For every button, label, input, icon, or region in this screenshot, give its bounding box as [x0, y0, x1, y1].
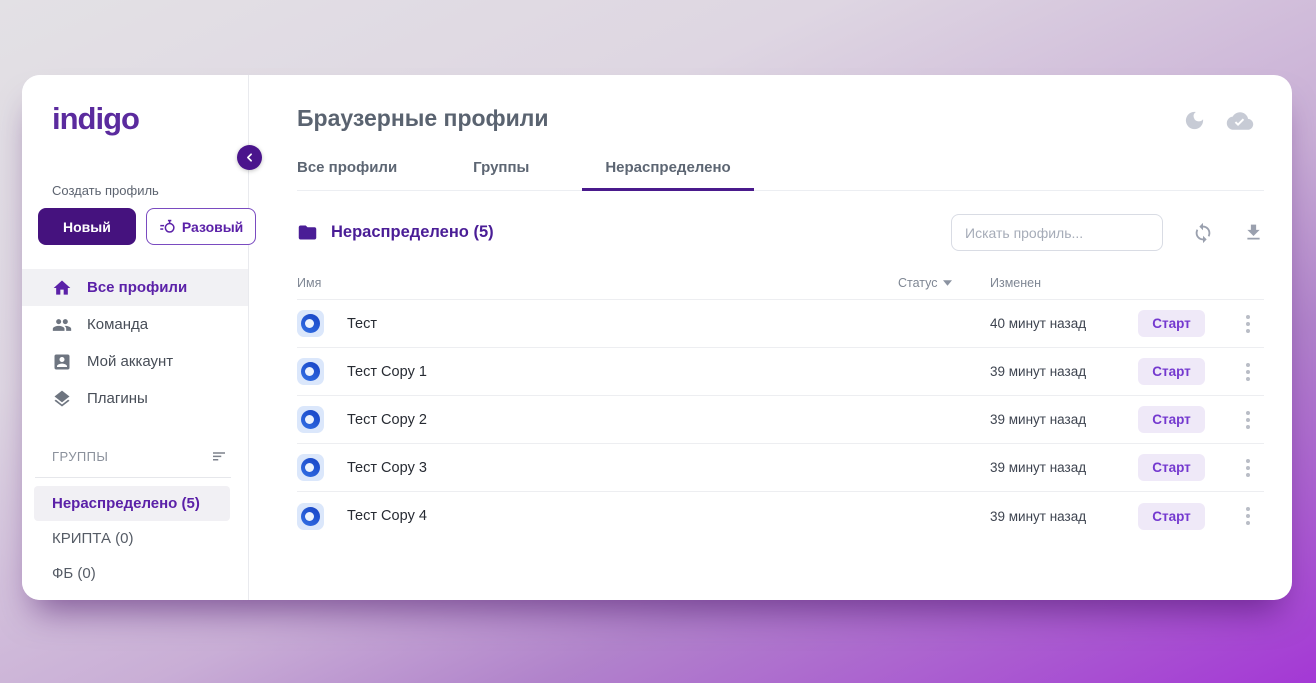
sidebar-item-team[interactable]: Команда — [22, 306, 248, 343]
group-item-crypto[interactable]: КРИПТА (0) — [34, 521, 230, 556]
profile-modified: 40 минут назад — [990, 316, 1138, 331]
column-header-modified: Изменен — [990, 276, 1138, 290]
profile-modified: 39 минут назад — [990, 364, 1138, 379]
groups-sort-button[interactable] — [210, 447, 228, 465]
sidebar-item-label: Команда — [87, 316, 148, 333]
profiles-table: Имя Статус Изменен Тест 40 минут назад — [297, 267, 1264, 540]
groups-title: ГРУППЫ — [52, 449, 108, 464]
groups-list: Нераспределено (5) КРИПТА (0) ФБ (0) — [22, 486, 248, 591]
refresh-icon — [1192, 222, 1214, 244]
timer-icon — [159, 218, 176, 235]
row-menu-button[interactable] — [1242, 455, 1254, 481]
disposable-button-label: Разовый — [182, 219, 243, 235]
plugins-icon — [52, 389, 72, 409]
disposable-profile-button[interactable]: Разовый — [146, 208, 256, 245]
group-item-fb[interactable]: ФБ (0) — [34, 556, 230, 591]
tab-unassigned[interactable]: Нераспределено — [605, 159, 730, 190]
group-item-unassigned[interactable]: Нераспределено (5) — [34, 486, 230, 521]
sidebar-item-my-account[interactable]: Мой аккаунт — [22, 343, 248, 380]
sidebar: indigo Создать профиль Новый Разовый — [22, 75, 249, 600]
groups-header: ГРУППЫ — [52, 447, 228, 465]
browser-profile-icon — [297, 406, 324, 433]
browser-profile-icon — [297, 310, 324, 337]
table-row: Тест Copy 3 39 минут назад Старт — [297, 444, 1264, 492]
profile-name: Тест Copy 2 — [347, 412, 427, 428]
team-icon — [52, 315, 72, 335]
start-profile-button[interactable]: Старт — [1138, 358, 1205, 385]
main-content: Браузерные профили Все профили Группы Не… — [249, 75, 1292, 600]
profile-modified: 39 минут назад — [990, 460, 1138, 475]
tabs-bar: Все профили Группы Нераспределено — [297, 159, 1264, 191]
sidebar-item-plugins[interactable]: Плагины — [22, 380, 248, 417]
start-profile-button[interactable]: Старт — [1138, 406, 1205, 433]
download-icon — [1243, 222, 1264, 243]
start-profile-button[interactable]: Старт — [1138, 454, 1205, 481]
browser-profile-icon — [297, 358, 324, 385]
table-row: Тест Copy 4 39 минут назад Старт — [297, 492, 1264, 540]
profile-name-cell: Тест — [297, 310, 898, 337]
column-header-name: Имя — [297, 276, 898, 290]
row-menu-button[interactable] — [1242, 311, 1254, 337]
dark-mode-toggle[interactable] — [1183, 109, 1206, 132]
create-profile-label: Создать профиль — [52, 183, 248, 198]
browser-profile-icon — [297, 454, 324, 481]
export-button[interactable] — [1243, 222, 1264, 243]
profile-name-cell: Тест Copy 4 — [297, 503, 898, 530]
start-profile-button[interactable]: Старт — [1138, 310, 1205, 337]
browser-profile-icon — [297, 503, 324, 530]
profile-modified: 39 минут назад — [990, 412, 1138, 427]
sidebar-nav: Все профили Команда Мой аккаунт Плагины — [22, 269, 248, 417]
table-row: Тест 40 минут назад Старт — [297, 300, 1264, 348]
chevron-left-icon — [243, 151, 256, 164]
search-input[interactable] — [951, 214, 1163, 251]
cloud-check-icon — [1226, 110, 1254, 132]
start-profile-button[interactable]: Старт — [1138, 503, 1205, 530]
status-header-label: Статус — [898, 276, 938, 290]
section-head: Нераспределено (5) — [297, 222, 494, 243]
table-header: Имя Статус Изменен — [297, 267, 1264, 300]
header-icons — [1183, 109, 1254, 132]
sidebar-collapse-button[interactable] — [237, 145, 262, 170]
sidebar-item-label: Мой аккаунт — [87, 353, 173, 370]
moon-icon — [1183, 109, 1206, 132]
profile-modified: 39 минут назад — [990, 509, 1138, 524]
profile-name: Тест Copy 1 — [347, 364, 427, 380]
cloud-sync-button[interactable] — [1226, 110, 1254, 132]
folder-icon — [297, 222, 318, 243]
sort-icon — [210, 447, 228, 465]
create-buttons-row: Новый Разовый — [38, 208, 232, 245]
profile-name: Тест — [347, 316, 377, 332]
profile-name-cell: Тест Copy 1 — [297, 358, 898, 385]
sort-arrow-icon — [943, 280, 952, 286]
tab-all-profiles[interactable]: Все профили — [297, 159, 397, 190]
table-row: Тест Copy 2 39 минут назад Старт — [297, 396, 1264, 444]
row-menu-button[interactable] — [1242, 503, 1254, 529]
sidebar-item-label: Плагины — [87, 390, 148, 407]
toolbar-right — [951, 214, 1264, 251]
profile-name-cell: Тест Copy 2 — [297, 406, 898, 433]
column-header-status[interactable]: Статус — [898, 276, 990, 290]
new-profile-button[interactable]: Новый — [38, 208, 136, 245]
table-row: Тест Copy 1 39 минут назад Старт — [297, 348, 1264, 396]
profile-name: Тест Copy 3 — [347, 460, 427, 476]
row-menu-button[interactable] — [1242, 359, 1254, 385]
section-title: Нераспределено (5) — [331, 223, 494, 242]
tab-groups[interactable]: Группы — [473, 159, 529, 190]
sidebar-item-label: Все профили — [87, 279, 187, 296]
sidebar-item-all-profiles[interactable]: Все профили — [22, 269, 248, 306]
indigo-logo: indigo — [52, 101, 248, 137]
groups-divider — [35, 477, 231, 478]
app-window: indigo Создать профиль Новый Разовый — [22, 75, 1292, 600]
page-title: Браузерные профили — [297, 105, 1264, 132]
home-icon — [52, 278, 72, 298]
row-menu-button[interactable] — [1242, 407, 1254, 433]
account-icon — [52, 352, 72, 372]
profile-name: Тест Copy 4 — [347, 508, 427, 524]
profile-name-cell: Тест Copy 3 — [297, 454, 898, 481]
toolbar: Нераспределено (5) — [297, 214, 1264, 251]
refresh-button[interactable] — [1192, 222, 1214, 244]
